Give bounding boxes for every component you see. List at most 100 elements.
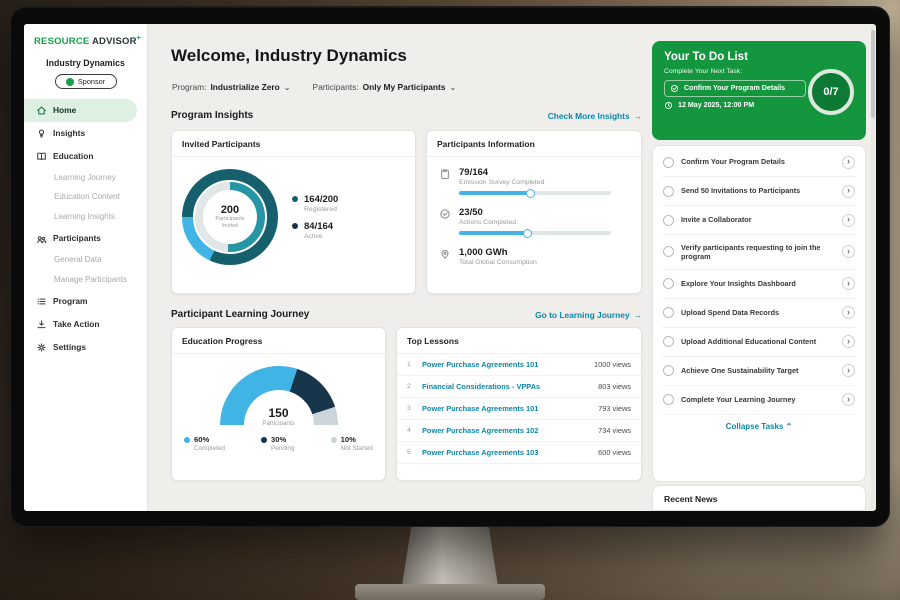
- check-circle-icon: [670, 84, 679, 93]
- sidebar-item-learning-journey[interactable]: Learning Journey: [24, 168, 147, 188]
- education-gauge-chart: 150 Participants: [220, 366, 338, 425]
- task-row[interactable]: Verify participants requesting to join t…: [662, 235, 856, 270]
- gauge-center: 150 Participants: [220, 406, 338, 425]
- scrollbar-thumb[interactable]: [871, 30, 875, 118]
- lesson-row[interactable]: 5 Power Purchase Agreements 103 600 view…: [397, 442, 641, 464]
- go-to-learning-journey-link[interactable]: Go to Learning Journey →: [535, 310, 642, 320]
- clock-icon: [664, 101, 673, 110]
- invited-legend: 164/200 Registered 84/164 Active: [292, 186, 338, 248]
- task-row[interactable]: Invite a Collaborator ›: [662, 206, 856, 235]
- sidebar-item-insights[interactable]: Insights: [24, 122, 147, 145]
- chevron-right-icon[interactable]: ›: [842, 245, 855, 258]
- education-progress-card: Education Progress 150 Participants 60% …: [171, 327, 386, 481]
- nav-label: Home: [53, 106, 76, 115]
- logo-resource: RESOURCE: [34, 36, 89, 47]
- task-checkbox[interactable]: [663, 246, 674, 257]
- task-checkbox[interactable]: [663, 336, 674, 347]
- sidebar: RESOURCE ADVISOR+ Industry Dynamics Spon…: [24, 24, 148, 511]
- section-title: Program Insights: [171, 110, 253, 121]
- task-row[interactable]: Upload Spend Data Records ›: [662, 299, 856, 328]
- legend-item-pending: 30% Pending: [261, 435, 294, 452]
- task-row[interactable]: Upload Additional Educational Content ›: [662, 328, 856, 357]
- check-circle-icon: [439, 207, 451, 235]
- task-row[interactable]: Complete Your Learning Journey ›: [662, 386, 856, 415]
- program-filter-dropdown[interactable]: Program: Industrialize Zero ⌄: [172, 82, 291, 92]
- check-more-insights-link[interactable]: Check More Insights →: [548, 111, 642, 121]
- scrollbar[interactable]: [871, 26, 875, 509]
- task-checkbox[interactable]: [663, 365, 674, 376]
- task-row[interactable]: Send 50 Invitations to Participants ›: [662, 177, 856, 206]
- card-title: Education Progress: [172, 328, 385, 354]
- sidebar-nav: Home Insights Education Learning Journey…: [24, 99, 147, 359]
- participants-information-card: Participants Information 79/164 Emission…: [426, 130, 642, 294]
- task-checkbox[interactable]: [663, 278, 674, 289]
- task-checkbox[interactable]: [663, 307, 674, 318]
- legend-dot-pending: [261, 437, 267, 443]
- lesson-row[interactable]: 2 Financial Considerations - VPPAs 803 v…: [397, 376, 641, 398]
- people-icon: [36, 234, 47, 245]
- section-title: Participant Learning Journey: [171, 309, 309, 320]
- sidebar-item-general-data[interactable]: General Data: [24, 251, 147, 271]
- chevron-down-icon: ⌄: [284, 83, 291, 92]
- sidebar-item-education[interactable]: Education: [24, 145, 147, 168]
- lesson-row[interactable]: 1 Power Purchase Agreements 101 1000 vie…: [397, 354, 641, 376]
- chevron-right-icon[interactable]: ›: [842, 277, 855, 290]
- book-icon: [36, 151, 47, 162]
- card-title: Invited Participants: [172, 131, 415, 157]
- collapse-tasks-link[interactable]: Collapse Tasks ⌃: [662, 415, 856, 436]
- invited-donut-chart: 200 Participants Invited: [182, 169, 278, 265]
- task-checkbox[interactable]: [663, 186, 674, 197]
- sidebar-item-settings[interactable]: Settings: [24, 336, 147, 359]
- chevron-right-icon[interactable]: ›: [842, 214, 855, 227]
- nav-label: Manage Participants: [54, 276, 127, 285]
- nav-label: Participants: [53, 234, 101, 243]
- arrow-right-icon: →: [634, 111, 642, 121]
- stat-actions-completed: 23/50 Actions Completed: [439, 207, 629, 235]
- todo-progress-ring: 0/7: [808, 69, 854, 115]
- lesson-row[interactable]: 3 Power Purchase Agreements 101 793 view…: [397, 398, 641, 420]
- actions-progress-bar: [459, 231, 611, 235]
- sidebar-item-program[interactable]: Program: [24, 290, 147, 313]
- sidebar-item-take-action[interactable]: Take Action: [24, 313, 147, 336]
- legend-dot-completed: [184, 437, 190, 443]
- stat-global-consumption: 1,000 GWh Total Global Consumption: [439, 247, 629, 266]
- legend-dot-active: [292, 223, 298, 229]
- sidebar-item-manage-participants[interactable]: Manage Participants: [24, 270, 147, 290]
- task-row[interactable]: Confirm Your Program Details ›: [662, 148, 856, 177]
- task-row[interactable]: Achieve One Sustainability Target ›: [662, 357, 856, 386]
- stat-bar-fill-1: [459, 231, 529, 235]
- chevron-right-icon[interactable]: ›: [842, 306, 855, 319]
- sidebar-item-home[interactable]: Home: [24, 99, 137, 122]
- sidebar-item-education-content[interactable]: Education Content: [24, 188, 147, 208]
- program-insights-header: Program Insights Check More Insights →: [171, 110, 642, 121]
- chevron-right-icon[interactable]: ›: [842, 185, 855, 198]
- invited-donut-center: 200 Participants Invited: [203, 190, 257, 244]
- logo-plus: +: [137, 35, 141, 42]
- sponsor-label: Sponsor: [78, 77, 105, 86]
- task-checkbox[interactable]: [663, 157, 674, 168]
- todo-next-task[interactable]: Confirm Your Program Details: [664, 80, 806, 97]
- todo-next-time: 12 May 2025, 12:00 PM: [664, 101, 806, 110]
- page-title: Welcome, Industry Dynamics: [171, 46, 407, 66]
- todo-title: Your To Do List: [664, 51, 854, 63]
- recent-news-header: Recent News: [652, 485, 866, 511]
- chevron-right-icon[interactable]: ›: [842, 335, 855, 348]
- sponsor-badge[interactable]: Sponsor: [55, 74, 117, 89]
- download-icon: [36, 319, 47, 330]
- task-checkbox[interactable]: [663, 215, 674, 226]
- nav-label: General Data: [54, 256, 102, 265]
- task-row[interactable]: Explore Your Insights Dashboard ›: [662, 270, 856, 299]
- participants-filter-dropdown[interactable]: Participants: Only My Participants ⌄: [313, 82, 457, 92]
- chevron-right-icon[interactable]: ›: [842, 364, 855, 377]
- arrow-right-icon: →: [634, 310, 642, 320]
- collapse-up-icon: ⌃: [786, 422, 793, 431]
- sidebar-item-participants[interactable]: Participants: [24, 228, 147, 251]
- chevron-right-icon[interactable]: ›: [842, 393, 855, 406]
- nav-label: Education: [53, 152, 93, 161]
- nav-label: Program: [53, 297, 87, 306]
- task-checkbox[interactable]: [663, 394, 674, 405]
- chevron-right-icon[interactable]: ›: [842, 156, 855, 169]
- lesson-row[interactable]: 4 Power Purchase Agreements 102 734 view…: [397, 420, 641, 442]
- nav-label: Learning Journey: [54, 174, 116, 183]
- sidebar-item-learning-insights[interactable]: Learning Insights: [24, 208, 147, 228]
